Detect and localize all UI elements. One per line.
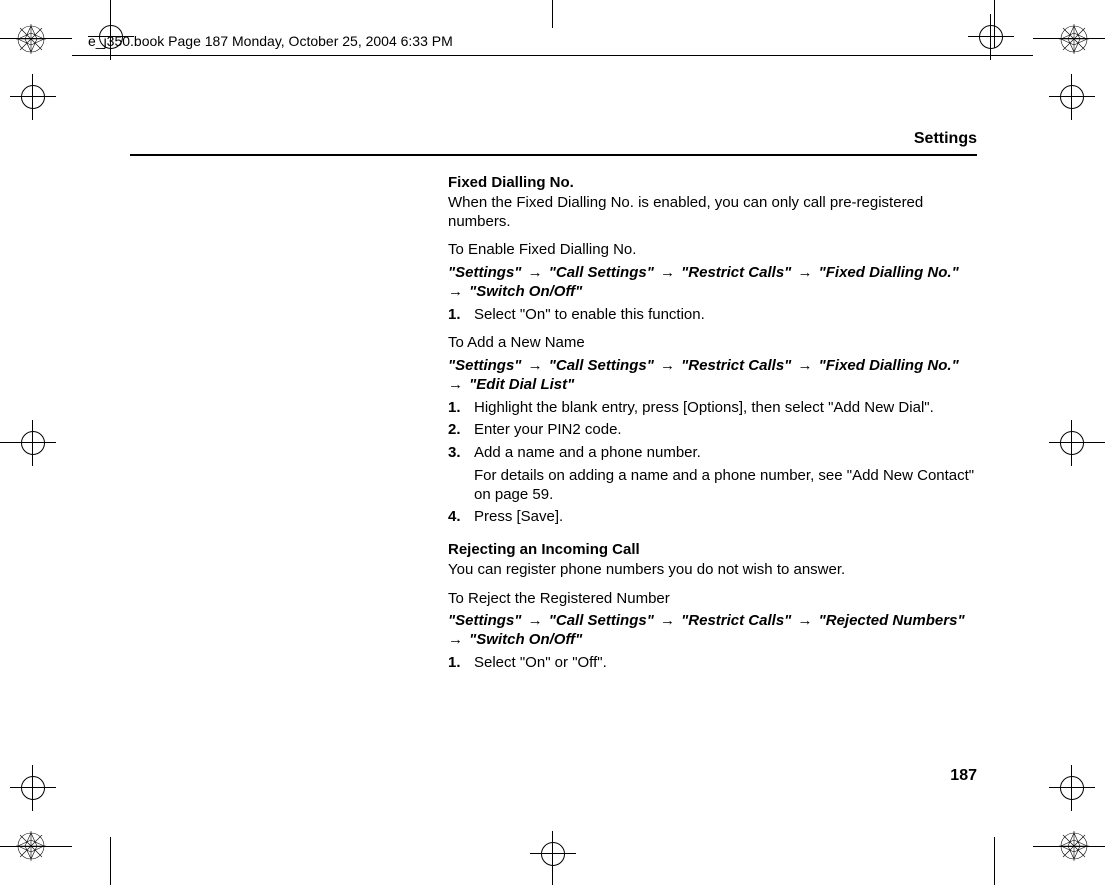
path-segment: "Call Settings" <box>549 357 654 374</box>
step-number: 1. <box>448 399 474 418</box>
step-item: 2.Enter your PIN2 code. <box>448 421 977 440</box>
path-segment: "Fixed Dialling No." <box>819 357 959 374</box>
path-segment: "Switch On/Off" <box>469 283 582 300</box>
step-number: 4. <box>448 508 474 527</box>
registration-mark-icon <box>1057 829 1091 863</box>
step-text: Select "On" to enable this function. <box>474 306 705 325</box>
arrow-icon: → <box>791 612 818 629</box>
nav-path: "Settings" → "Call Settings" → "Restrict… <box>448 357 977 395</box>
path-segment: "Rejected Numbers" <box>819 612 965 629</box>
arrow-icon: → <box>791 357 818 374</box>
target-mark-icon <box>974 20 1008 54</box>
header-stamp: e_j350.book Page 187 Monday, October 25,… <box>88 33 453 49</box>
step-text: Enter your PIN2 code. <box>474 421 622 440</box>
heading-fixed-dialling: Fixed Dialling No. <box>448 174 977 193</box>
nav-path: "Settings" → "Call Settings" → "Restrict… <box>448 264 977 302</box>
crop-mark <box>994 837 995 885</box>
path-segment: "Call Settings" <box>549 612 654 629</box>
step-text: Add a name and a phone number. <box>474 444 701 463</box>
path-segment: "Edit Dial List" <box>469 376 574 393</box>
path-segment: "Settings" <box>448 612 521 629</box>
step-item: 1.Select "On" or "Off". <box>448 654 977 673</box>
registration-mark-icon <box>14 22 48 56</box>
page-content: Settings Fixed Dialling No. When the Fix… <box>130 130 977 785</box>
path-segment: "Fixed Dialling No." <box>819 264 959 281</box>
section-title: Settings <box>130 130 977 148</box>
nav-path: "Settings" → "Call Settings" → "Restrict… <box>448 612 977 650</box>
path-segment: "Call Settings" <box>549 264 654 281</box>
target-mark-icon <box>1055 80 1089 114</box>
header-rule <box>72 55 1033 56</box>
step-item: 4.Press [Save]. <box>448 508 977 527</box>
arrow-icon: → <box>654 612 681 629</box>
arrow-icon: → <box>521 357 548 374</box>
sub-heading: To Add a New Name <box>448 334 977 353</box>
path-segment: "Settings" <box>448 264 521 281</box>
step-number: 3. <box>448 444 474 463</box>
path-segment: "Settings" <box>448 357 521 374</box>
step-text: Highlight the blank entry, press [Option… <box>474 399 934 418</box>
target-mark-icon <box>1055 771 1089 805</box>
paragraph: When the Fixed Dialling No. is enabled, … <box>448 194 977 232</box>
arrow-icon: → <box>654 264 681 281</box>
step-note: For details on adding a name and a phone… <box>474 467 977 505</box>
path-segment: "Restrict Calls" <box>681 612 791 629</box>
step-list: 1.Select "On" to enable this function. <box>448 306 977 325</box>
section-rule <box>130 154 977 156</box>
path-segment: "Switch On/Off" <box>469 631 582 648</box>
step-item: 1.Select "On" to enable this function. <box>448 306 977 325</box>
step-list: 4.Press [Save]. <box>448 508 977 527</box>
target-mark-icon <box>1055 426 1089 460</box>
arrow-icon: → <box>654 357 681 374</box>
sub-heading: To Reject the Registered Number <box>448 590 977 609</box>
step-number: 1. <box>448 306 474 325</box>
step-text: Select "On" or "Off". <box>474 654 607 673</box>
registration-mark-icon <box>1057 22 1091 56</box>
step-number: 1. <box>448 654 474 673</box>
step-list: 1.Select "On" or "Off". <box>448 654 977 673</box>
step-item: 3.Add a name and a phone number. <box>448 444 977 463</box>
arrow-icon: → <box>791 264 818 281</box>
target-mark-icon <box>16 771 50 805</box>
heading-rejecting: Rejecting an Incoming Call <box>448 541 977 560</box>
crop-mark <box>552 0 553 28</box>
step-list: 1.Highlight the blank entry, press [Opti… <box>448 399 977 463</box>
page-number: 187 <box>950 767 977 785</box>
arrow-icon: → <box>521 612 548 629</box>
arrow-icon: → <box>521 264 548 281</box>
path-segment: "Restrict Calls" <box>681 264 791 281</box>
step-text: Press [Save]. <box>474 508 563 527</box>
body-text: Fixed Dialling No. When the Fixed Dialli… <box>448 174 977 673</box>
target-mark-icon <box>536 837 570 871</box>
step-number: 2. <box>448 421 474 440</box>
paragraph: You can register phone numbers you do no… <box>448 561 977 580</box>
target-mark-icon <box>16 426 50 460</box>
step-item: 1.Highlight the blank entry, press [Opti… <box>448 399 977 418</box>
target-mark-icon <box>16 80 50 114</box>
sub-heading: To Enable Fixed Dialling No. <box>448 241 977 260</box>
crop-mark <box>110 837 111 885</box>
path-segment: "Restrict Calls" <box>681 357 791 374</box>
registration-mark-icon <box>14 829 48 863</box>
